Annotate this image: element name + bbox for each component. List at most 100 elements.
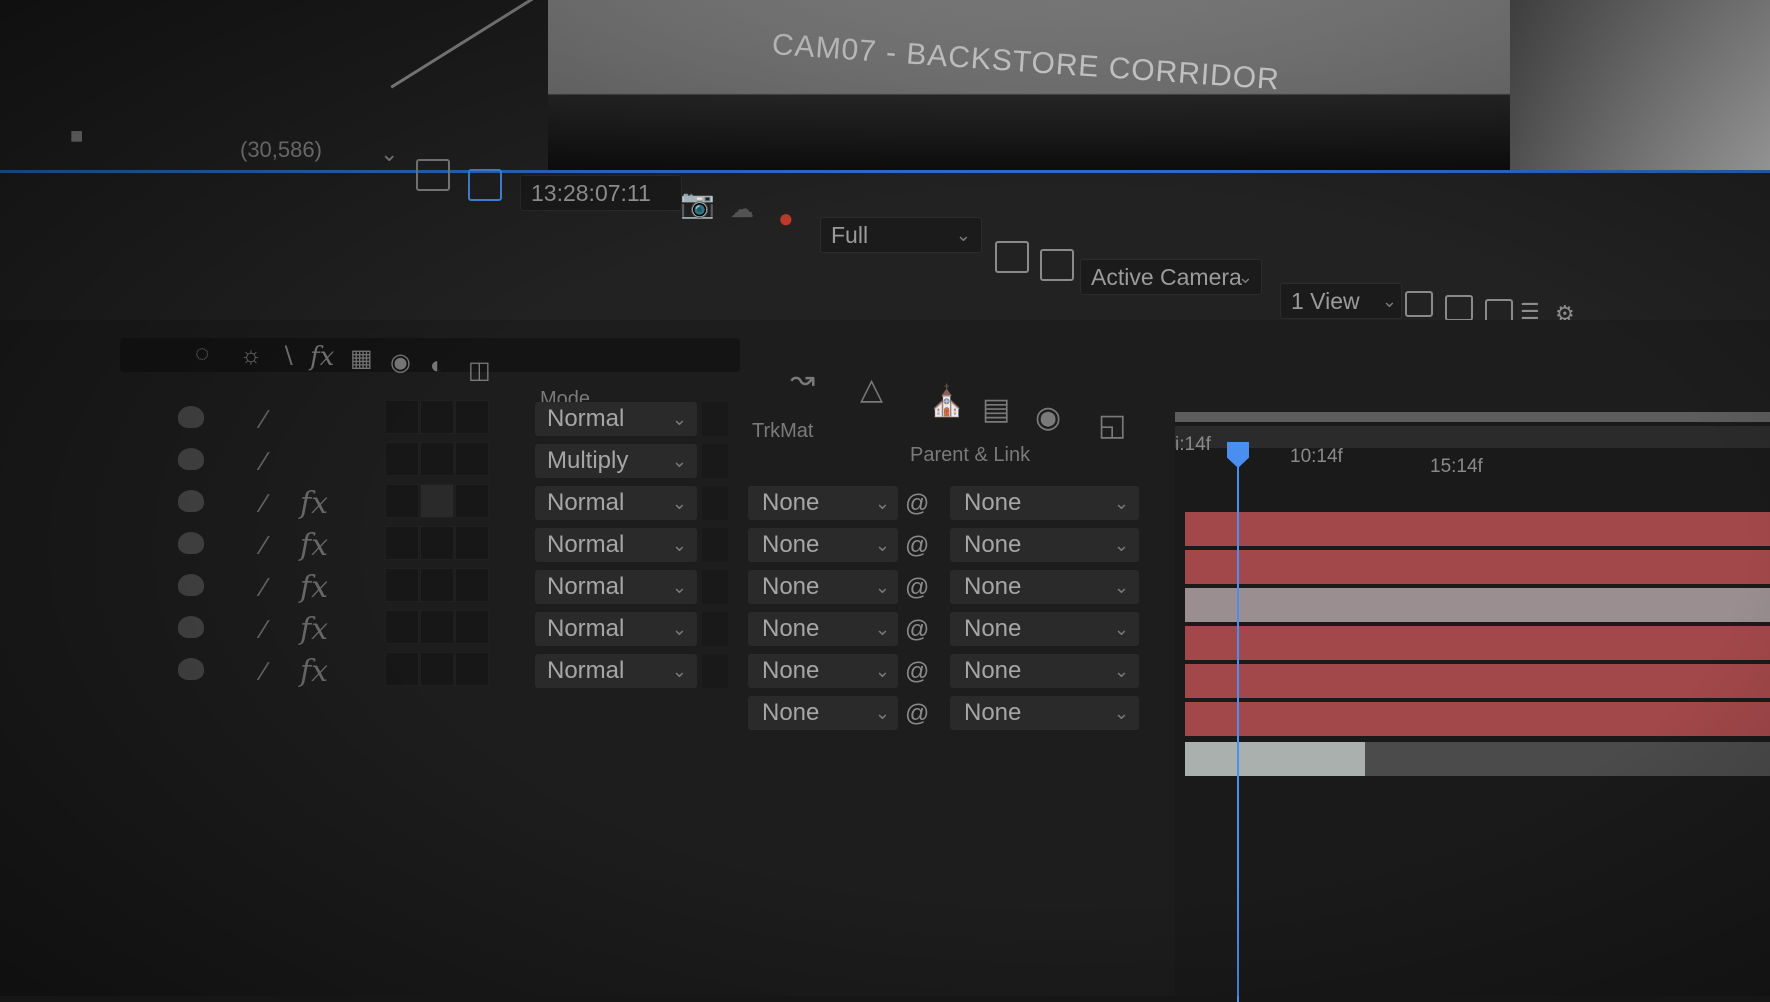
fx-icon[interactable]: fx	[300, 612, 328, 647]
blend-mode-dropdown[interactable]: Normal ⌄	[535, 612, 697, 646]
blend-mode-dropdown[interactable]: Normal ⌄	[535, 570, 697, 604]
resolution-dropdown[interactable]: Full ⌄	[820, 217, 982, 253]
track-matte-dropdown[interactable]: None ⌄	[748, 486, 898, 520]
layer-bar[interactable]	[1185, 512, 1770, 546]
pick-whip-icon[interactable]: @	[905, 658, 929, 686]
blend-mode-dropdown[interactable]: Normal ⌄	[535, 528, 697, 562]
layer-bar[interactable]	[1185, 588, 1770, 622]
parent-dropdown[interactable]: None ⌄	[950, 486, 1139, 520]
preserve-transparency-cell[interactable]	[702, 654, 728, 688]
switch-cell[interactable]	[455, 400, 489, 434]
quality-pen-icon[interactable]: ∕	[262, 530, 266, 561]
pick-whip-icon[interactable]: @	[905, 490, 929, 518]
blend-mode-dropdown[interactable]: Normal ⌄	[535, 486, 697, 520]
magnification-icon[interactable]: ■	[70, 123, 83, 149]
fx-icon[interactable]: fx	[300, 654, 328, 689]
camera-view-dropdown[interactable]: Active Camera ⌄	[1080, 259, 1262, 295]
track-matte-dropdown[interactable]: None ⌄	[748, 528, 898, 562]
layer-row[interactable]: ∕ fx Normal ⌄ None ⌄ @ None ⌄	[0, 526, 1160, 566]
switch-cell[interactable]	[385, 610, 419, 644]
pick-whip-icon[interactable]: @	[905, 574, 929, 602]
layer-bar[interactable]	[1185, 550, 1770, 584]
fast-previews-icon[interactable]	[995, 241, 1029, 273]
color-channels-icon[interactable]: ●	[778, 203, 794, 234]
preserve-transparency-cell[interactable]	[702, 486, 728, 520]
switch-cell[interactable]	[455, 484, 489, 518]
view-layout-dropdown[interactable]: 1 View ⌄	[1280, 283, 1402, 319]
blend-mode-dropdown[interactable]: Multiply ⌄	[535, 444, 697, 478]
preserve-transparency-cell[interactable]	[702, 570, 728, 604]
switch-cell[interactable]	[455, 610, 489, 644]
track-matte-dropdown[interactable]: None ⌄	[748, 654, 898, 688]
layer-bar[interactable]	[1185, 664, 1770, 698]
switch-cell[interactable]	[385, 526, 419, 560]
quality-pen-icon[interactable]: ∕	[262, 404, 266, 435]
preserve-transparency-cell[interactable]	[702, 612, 728, 646]
eye-icon[interactable]	[178, 448, 204, 470]
current-time-display[interactable]: 13:28:07:11	[520, 175, 682, 211]
switch-cell[interactable]	[420, 442, 454, 476]
reset-exposure-icon[interactable]	[1445, 295, 1473, 321]
current-time-indicator-handle[interactable]	[1227, 442, 1249, 468]
switch-cell[interactable]	[385, 400, 419, 434]
layer-bar[interactable]	[1185, 742, 1365, 776]
eye-icon[interactable]	[178, 616, 204, 638]
preserve-transparency-cell[interactable]	[702, 444, 728, 478]
quality-pen-icon[interactable]: ∕	[262, 614, 266, 645]
layer-row[interactable]: ∕ fx Normal ⌄ None ⌄ @ None ⌄	[0, 484, 1160, 524]
quality-pen-icon[interactable]: ∕	[262, 446, 266, 477]
switch-cell[interactable]	[385, 484, 419, 518]
eye-icon[interactable]	[178, 658, 204, 680]
parent-dropdown[interactable]: None ⌄	[950, 654, 1139, 688]
parent-dropdown[interactable]: None ⌄	[950, 612, 1139, 646]
toggle-mask-icon[interactable]	[1040, 249, 1074, 281]
layer-row[interactable]: ∕ Normal ⌄	[0, 400, 1160, 440]
switch-cell[interactable]	[385, 568, 419, 602]
blend-mode-dropdown[interactable]: Normal ⌄	[535, 402, 697, 436]
time-ruler[interactable]	[1175, 426, 1770, 448]
switch-cell[interactable]	[455, 442, 489, 476]
layer-row[interactable]: ∕ fx Normal ⌄ None ⌄ @ None ⌄	[0, 610, 1160, 650]
switch-cell[interactable]	[455, 568, 489, 602]
switch-cell[interactable]	[420, 610, 454, 644]
quality-pen-icon[interactable]: ∕	[262, 656, 266, 687]
switch-cell[interactable]	[420, 400, 454, 434]
fx-icon[interactable]: fx	[300, 570, 328, 605]
time-graph[interactable]: i:14f 10:14f 15:14f	[1175, 412, 1770, 1002]
layer-row[interactable]: None ⌄ @ None ⌄	[0, 694, 1160, 734]
snapshot-camera-icon[interactable]: 📷	[680, 187, 715, 220]
current-time-indicator[interactable]	[1237, 442, 1239, 1002]
preserve-transparency-cell[interactable]	[702, 528, 728, 562]
eye-icon[interactable]	[178, 532, 204, 554]
adjustment-layer-switch-icon[interactable]	[420, 484, 454, 518]
pick-whip-icon[interactable]: @	[905, 700, 929, 728]
track-matte-dropdown[interactable]: None ⌄	[748, 612, 898, 646]
quality-pen-icon[interactable]: ∕	[262, 488, 266, 519]
layer-row[interactable]: ∕ fx Normal ⌄ None ⌄ @ None ⌄	[0, 652, 1160, 692]
pick-whip-icon[interactable]: @	[905, 532, 929, 560]
pick-whip-icon[interactable]: @	[905, 616, 929, 644]
layer-row[interactable]: ∕ Multiply ⌄	[0, 442, 1160, 482]
work-area-bar[interactable]	[1175, 412, 1770, 422]
blend-mode-dropdown[interactable]: Normal ⌄	[535, 654, 697, 688]
fx-icon[interactable]: fx	[300, 528, 328, 563]
coords-dropdown-chevron-icon[interactable]: ⌄	[380, 141, 398, 167]
switch-cell[interactable]	[385, 442, 419, 476]
switch-cell[interactable]	[420, 568, 454, 602]
switch-cell[interactable]	[385, 652, 419, 686]
comp-flowchart-icon[interactable]: ↝	[790, 362, 815, 397]
toggle-pixel-aspect-icon[interactable]	[1405, 291, 1433, 317]
layer-row[interactable]: ∕ fx Normal ⌄ None ⌄ @ None ⌄	[0, 568, 1160, 608]
switch-cell[interactable]	[420, 526, 454, 560]
layer-bar[interactable]	[1185, 702, 1770, 736]
switch-cell[interactable]	[455, 652, 489, 686]
eye-icon[interactable]	[178, 406, 204, 428]
switch-cell[interactable]	[420, 652, 454, 686]
region-of-interest-icon[interactable]	[416, 159, 450, 191]
track-matte-dropdown[interactable]: None ⌄	[748, 696, 898, 730]
parent-dropdown[interactable]: None ⌄	[950, 570, 1139, 604]
transparency-grid-icon[interactable]	[468, 169, 502, 201]
parent-dropdown[interactable]: None ⌄	[950, 696, 1139, 730]
eye-icon[interactable]	[178, 490, 204, 512]
fx-icon[interactable]: fx	[300, 486, 328, 521]
